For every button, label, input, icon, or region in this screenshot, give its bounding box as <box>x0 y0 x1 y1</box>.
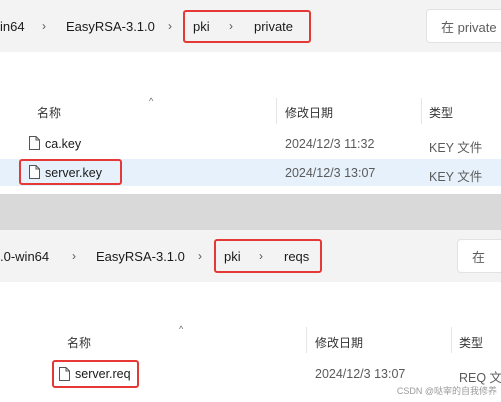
highlight-box <box>19 159 122 185</box>
file-icon <box>29 136 40 150</box>
column-header-modified[interactable]: 修改日期 <box>285 104 333 121</box>
search-input[interactable]: 在 private <box>426 9 501 43</box>
chevron-right-icon[interactable]: › <box>72 230 76 282</box>
file-modified: 2024/12/3 13:07 <box>285 166 376 180</box>
file-modified: 2024/12/3 11:32 <box>285 137 375 151</box>
file-name: ca.key <box>45 137 82 151</box>
column-header-modified[interactable]: 修改日期 <box>315 334 363 351</box>
bottom-address-bar: .0-win64 › EasyRSA-3.1.0 › pki › reqs 在 <box>0 230 501 282</box>
column-header-name[interactable]: 名称 <box>67 334 91 351</box>
file-row[interactable]: ca.key 2024/12/3 11:32 KEY 文件 <box>0 131 501 156</box>
breadcrumb-segment[interactable]: EasyRSA-3.1.0 <box>96 230 185 282</box>
separator-band <box>0 194 501 230</box>
chevron-right-icon[interactable]: › <box>168 0 172 52</box>
column-divider[interactable] <box>276 98 277 124</box>
sort-caret-icon[interactable]: ^ <box>149 96 153 106</box>
column-header-type[interactable]: 类型 <box>429 104 453 121</box>
breadcrumb-segment[interactable]: EasyRSA-3.1.0 <box>66 0 155 52</box>
highlight-box <box>52 360 139 388</box>
top-address-bar: in64 › EasyRSA-3.1.0 › pki › private 在 p… <box>0 0 501 52</box>
breadcrumb-segment[interactable]: in64 <box>0 0 25 52</box>
chevron-right-icon[interactable]: › <box>42 0 46 52</box>
chevron-right-icon[interactable]: › <box>198 230 202 282</box>
file-type: KEY 文件 <box>429 170 483 184</box>
highlight-box <box>183 10 311 43</box>
column-divider[interactable] <box>421 98 422 124</box>
file-type: KEY 文件 <box>429 141 483 155</box>
column-divider[interactable] <box>451 327 452 353</box>
column-header-name[interactable]: 名称 <box>37 104 61 121</box>
watermark: CSDN @哒宰的自我修养 <box>396 386 497 396</box>
column-divider[interactable] <box>306 327 307 353</box>
highlight-box <box>214 239 322 273</box>
file-modified: 2024/12/3 13:07 <box>315 367 406 381</box>
column-header-type[interactable]: 类型 <box>459 334 483 351</box>
sort-caret-icon[interactable]: ^ <box>179 324 183 334</box>
breadcrumb-segment[interactable]: .0-win64 <box>0 230 49 282</box>
search-input[interactable]: 在 <box>457 239 501 273</box>
